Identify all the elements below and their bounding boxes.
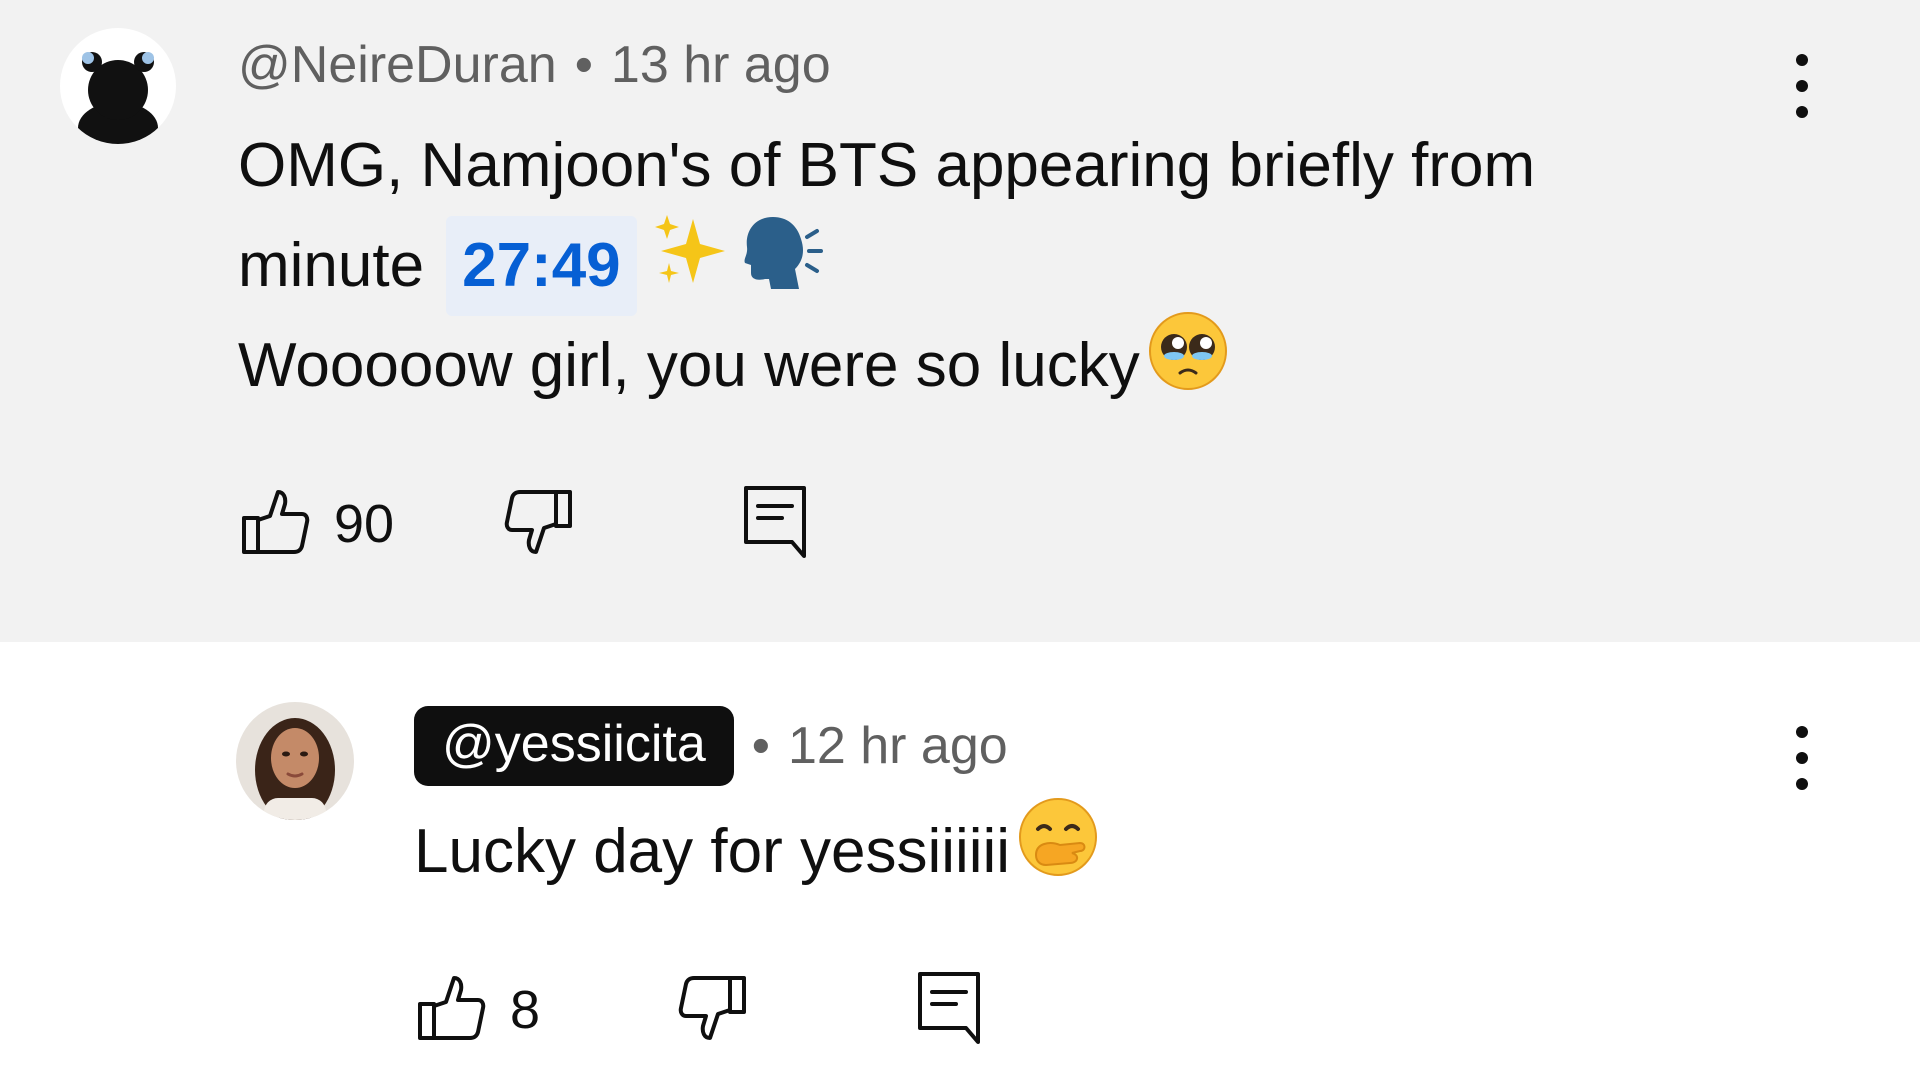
comment-neireduran: @NeireDuran • 13 hr ago OMG, Namjoon's o… bbox=[0, 0, 1920, 642]
reply-author[interactable]: @yessiicita bbox=[414, 706, 734, 786]
comment-author[interactable]: @NeireDuran bbox=[238, 35, 557, 95]
comment-body: OMG, Namjoon's of BTS appearing briefly … bbox=[238, 116, 1535, 416]
timestamp-link[interactable]: 27:49 bbox=[446, 216, 637, 316]
avatar-neireduran[interactable] bbox=[60, 28, 176, 144]
avatar-yessiicita[interactable] bbox=[236, 702, 354, 820]
thumb-up-icon bbox=[240, 486, 312, 563]
meta-separator: • bbox=[751, 717, 770, 775]
pleading-face-emoji bbox=[1146, 309, 1230, 423]
thumb-up-icon bbox=[416, 972, 488, 1049]
comment-yessiicita: @yessiicita • 12 hr ago Lucky day for ye… bbox=[0, 642, 1920, 1080]
dislike-button[interactable] bbox=[676, 972, 748, 1049]
comment-line-3: Wooooow girl, you were so lucky bbox=[238, 312, 1535, 416]
like-count: 8 bbox=[510, 980, 541, 1040]
reply-meta: @yessiicita • 12 hr ago bbox=[414, 702, 1008, 790]
speaking-head-emoji bbox=[739, 211, 823, 321]
reply-actions: 8 bbox=[416, 970, 982, 1050]
comment-time[interactable]: 13 hr ago bbox=[611, 35, 831, 95]
comment-meta: @NeireDuran • 13 hr ago bbox=[238, 30, 831, 100]
sparkles-emoji bbox=[653, 211, 733, 321]
like-count: 90 bbox=[334, 494, 395, 554]
like-button[interactable]: 90 bbox=[240, 486, 394, 563]
comment-line-2: minute 27:49 bbox=[238, 215, 1535, 316]
comment-actions: 90 bbox=[240, 484, 808, 564]
dislike-button[interactable] bbox=[502, 486, 574, 563]
reply-icon bbox=[742, 484, 808, 565]
face-with-hand-over-mouth-emoji bbox=[1016, 795, 1100, 909]
reply-button[interactable] bbox=[742, 484, 808, 565]
reply-button[interactable] bbox=[916, 970, 982, 1051]
reply-time[interactable]: 12 hr ago bbox=[788, 716, 1008, 776]
comment-text-line-3: Wooooow girl, you were so lucky bbox=[238, 331, 1140, 400]
more-vert-icon[interactable] bbox=[1782, 718, 1822, 798]
reply-line-1: Lucky day for yessiiiiii bbox=[414, 798, 1100, 902]
like-button[interactable]: 8 bbox=[416, 972, 540, 1049]
reply-body: Lucky day for yessiiiiii bbox=[414, 798, 1100, 902]
more-vert-icon[interactable] bbox=[1782, 46, 1822, 126]
comment-text-line-2: minute bbox=[238, 231, 425, 300]
reply-icon bbox=[916, 970, 982, 1051]
comment-text-line-1: OMG, Namjoon's of BTS appearing briefly … bbox=[238, 131, 1536, 200]
comment-line-1: OMG, Namjoon's of BTS appearing briefly … bbox=[238, 116, 1535, 216]
thumb-down-icon bbox=[502, 486, 574, 563]
thumb-down-icon bbox=[676, 972, 748, 1049]
reply-text: Lucky day for yessiiiiii bbox=[414, 817, 1011, 886]
meta-separator: • bbox=[574, 36, 593, 94]
